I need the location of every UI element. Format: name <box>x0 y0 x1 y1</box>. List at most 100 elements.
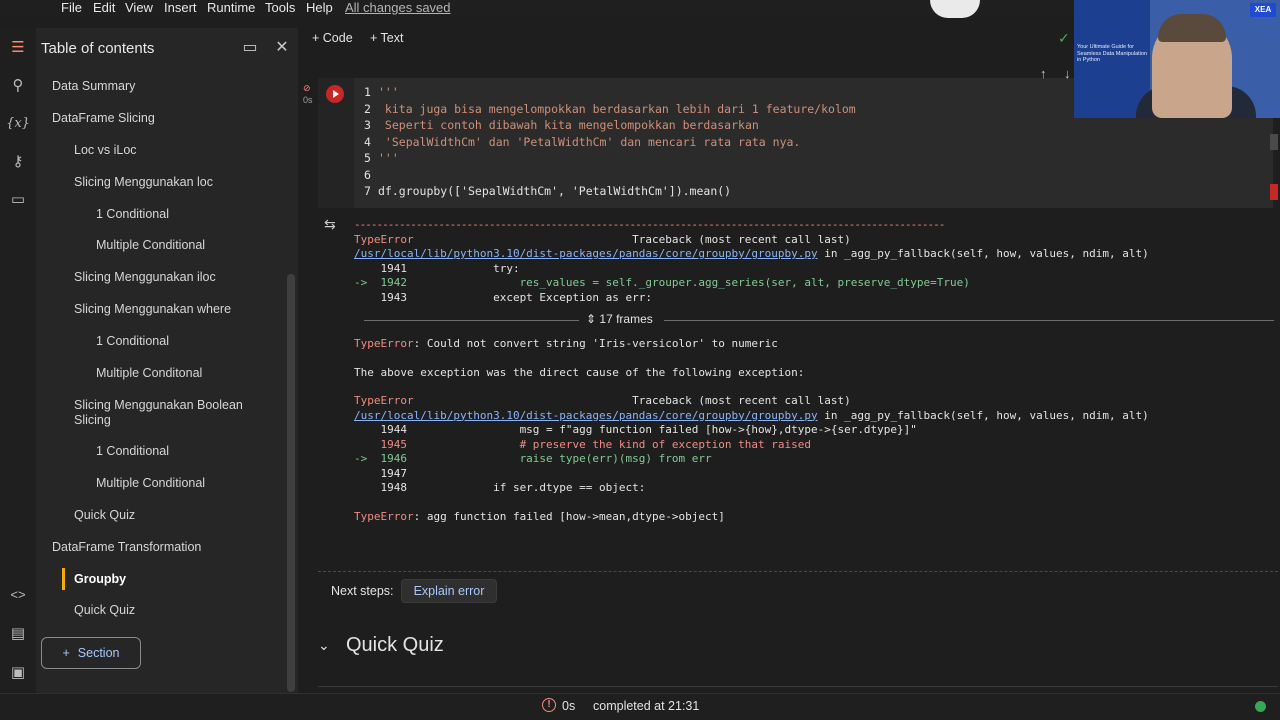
files-folder-icon[interactable]: ▭ <box>6 188 30 210</box>
connected-check-icon: ✓ <box>1058 30 1070 46</box>
traceback-file-link[interactable]: /usr/local/lib/python3.10/dist-packages/… <box>354 409 818 422</box>
collapsed-frames[interactable]: ⇕ 17 frames <box>354 310 1274 332</box>
status-time: 0s <box>562 699 576 713</box>
frames-divider-right <box>664 320 1274 321</box>
frames-toggle[interactable]: ⇕ 17 frames <box>586 312 653 327</box>
output-options-icon[interactable]: ⇆ <box>324 216 336 233</box>
error-message: TypeError: agg function failed [how->mea… <box>354 509 725 523</box>
toc-item-slicing-where[interactable]: Slicing Menggunakan where <box>74 302 231 317</box>
run-gutter <box>318 78 354 208</box>
error-scroll-marker <box>1270 184 1278 200</box>
traceback-line: 1943 except Exception as err: <box>354 290 653 304</box>
toc-title: Table of contents <box>41 40 155 57</box>
toc-item-slicing-loc[interactable]: Slicing Menggunakan loc <box>74 175 213 190</box>
presenter-hair <box>1158 14 1226 42</box>
variables-icon[interactable]: {x} <box>6 112 30 134</box>
presentation-slide: Your Ultimate Guide for Seamless Data Ma… <box>1074 0 1150 118</box>
left-rail: ☰ ⚲ {x} ⚷ ▭ <> ▤ ▣ <box>0 28 36 698</box>
error-indicator-icon: ⊘ <box>303 83 311 93</box>
traceback-file: /usr/local/lib/python3.10/dist-packages/… <box>354 247 1149 260</box>
brand-badge: XEA <box>1250 3 1276 17</box>
traceback-line: -> 1942 res_values = self._grouper.agg_s… <box>354 276 970 289</box>
toc-item-dataframe-slicing[interactable]: DataFrame Slicing <box>52 111 155 126</box>
traceback-line: 1941 try: <box>354 261 520 275</box>
toc-item-slicing-boolean[interactable]: Slicing Menggunakan Boolean Slicing <box>74 398 264 428</box>
traceback-line: 1945 # preserve the kind of exception th… <box>354 437 811 451</box>
menu-file[interactable]: File <box>61 0 82 16</box>
toc-item-groupby[interactable]: Groupby <box>74 572 126 587</box>
status-bar: ! 0s completed at 21:31 <box>0 693 1280 720</box>
toc-item-multiple-conditonal[interactable]: Multiple Conditonal <box>96 366 202 381</box>
search-icon[interactable]: ⚲ <box>6 74 30 96</box>
toc-scrollbar[interactable] <box>287 274 295 692</box>
execution-time: 0s <box>303 95 313 105</box>
cause-message: The above exception was the direct cause… <box>354 365 805 379</box>
runtime-connected-indicator[interactable] <box>1255 701 1266 712</box>
webcam-overlay: Your Ultimate Guide for Seamless Data Ma… <box>1074 0 1280 118</box>
frames-divider-left <box>364 320 579 321</box>
explain-error-button[interactable]: Explain error <box>401 579 497 603</box>
toc-item-quick-quiz[interactable]: Quick Quiz <box>74 603 135 618</box>
next-steps-label: Next steps: <box>331 584 394 598</box>
traceback-line: 1948 if ser.dtype == object: <box>354 481 646 494</box>
menu-runtime[interactable]: Runtime <box>207 0 255 16</box>
section-heading[interactable]: Quick Quiz <box>346 634 444 657</box>
open-in-tab-icon[interactable]: ▭ <box>238 36 262 58</box>
add-code-button[interactable]: + Code <box>312 31 353 45</box>
toc-item-1-conditional[interactable]: 1 Conditional <box>96 334 169 349</box>
code-line: 2 kita juga bisa mengelompokkan berdasar… <box>364 101 856 116</box>
chevron-down-icon[interactable]: ⌄ <box>318 637 330 654</box>
toc-item-quick-quiz[interactable]: Quick Quiz <box>74 508 135 523</box>
cell-divider <box>318 686 1278 687</box>
traceback-header: TypeError Traceback (most recent call la… <box>354 394 851 407</box>
error-message: TypeError: Could not convert string 'Iri… <box>354 337 778 350</box>
add-section-button[interactable]: + Section <box>41 637 141 669</box>
toc-item-slicing-iloc[interactable]: Slicing Menggunakan iloc <box>74 270 216 285</box>
code-editor[interactable]: 1 ''' 2 kita juga bisa mengelompokkan ber… <box>364 84 856 200</box>
toc-item-loc-vs-iloc[interactable]: Loc vs iLoc <box>74 143 137 158</box>
add-text-button[interactable]: + Text <box>370 31 403 45</box>
active-indicator <box>62 568 65 590</box>
traceback-file: /usr/local/lib/python3.10/dist-packages/… <box>354 408 1149 422</box>
menu-insert[interactable]: Insert <box>164 0 197 16</box>
close-icon[interactable]: ✕ <box>270 36 294 58</box>
output-divider <box>318 571 1278 572</box>
expand-icon: ⇕ <box>586 312 600 326</box>
status-completed[interactable]: completed at 21:31 <box>593 699 699 713</box>
traceback-line: -> 1946 raise type(err)(msg) from err <box>354 452 712 465</box>
traceback-header: TypeError Traceback (most recent call la… <box>354 232 851 246</box>
terminal-icon[interactable]: ▣ <box>6 661 30 683</box>
menu-tools[interactable]: Tools <box>265 0 295 16</box>
move-cell-up-icon[interactable]: ↑ <box>1040 66 1047 81</box>
error-status-icon[interactable]: ! <box>542 698 556 712</box>
scroll-marker <box>1270 134 1278 150</box>
move-cell-down-icon[interactable]: ↓ <box>1064 66 1071 81</box>
secrets-key-icon[interactable]: ⚷ <box>6 150 30 172</box>
code-line: 6 <box>364 167 371 182</box>
toc-item-multiple-conditional[interactable]: Multiple Conditional <box>96 238 205 253</box>
slide-text: Your Ultimate Guide for Seamless Data Ma… <box>1077 44 1148 63</box>
traceback-line: 1947 <box>354 466 407 480</box>
code-line: 7 df.groupby(['SepalWidthCm', 'PetalWidth… <box>364 184 732 198</box>
toc-item-multiple-conditional[interactable]: Multiple Conditional <box>96 476 205 491</box>
table-of-contents-icon[interactable]: ☰ <box>6 36 30 58</box>
traceback-line: 1944 msg = f"agg function failed [how->{… <box>354 423 917 436</box>
code-line: 3 Seperti contoh dibawah kita mengelompo… <box>364 118 759 132</box>
menu-edit[interactable]: Edit <box>93 0 115 16</box>
table-of-contents-panel: Table of contents ▭ ✕ Data Summary DataF… <box>36 28 298 698</box>
code-snippets-icon[interactable]: <> <box>6 583 30 605</box>
save-status[interactable]: All changes saved <box>345 0 451 16</box>
code-line: 1 ''' <box>364 85 399 99</box>
traceback-file-link[interactable]: /usr/local/lib/python3.10/dist-packages/… <box>354 247 818 260</box>
command-palette-icon[interactable]: ▤ <box>6 622 30 644</box>
toc-item-dataframe-transformation[interactable]: DataFrame Transformation <box>52 540 201 555</box>
toc-item-1-conditional[interactable]: 1 Conditional <box>96 444 169 459</box>
menu-help[interactable]: Help <box>306 0 333 16</box>
code-line: 5 ''' <box>364 151 399 165</box>
plus-icon: + <box>62 646 70 660</box>
section-button-label: Section <box>77 646 120 660</box>
run-cell-button[interactable] <box>326 85 344 103</box>
toc-item-data-summary[interactable]: Data Summary <box>52 79 135 94</box>
toc-item-1-conditional[interactable]: 1 Conditional <box>96 207 169 222</box>
menu-view[interactable]: View <box>125 0 153 16</box>
